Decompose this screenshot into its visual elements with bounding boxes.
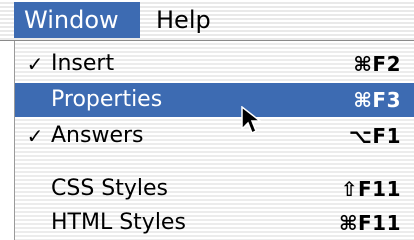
menu-item-insert[interactable]: ✓ Insert ⌘F2 [15, 47, 414, 81]
menu-item-label: CSS Styles [51, 176, 169, 201]
menu-separator [15, 168, 414, 169]
menu-bar: Window Help [0, 0, 414, 41]
menu-help[interactable]: Help [146, 2, 226, 38]
menu-item-shortcut: ⌥F1 [348, 124, 401, 148]
checkmark-icon: ✓ [26, 52, 44, 76]
menu-item-shortcut: ⇧F11 [340, 177, 401, 201]
menu-item-label: Properties [51, 87, 163, 112]
checkmark-icon: ✓ [26, 124, 44, 148]
menu-item-label: HTML Styles [51, 210, 186, 235]
menu-item-css-styles[interactable]: CSS Styles ⇧F11 [15, 172, 414, 206]
menu-item-shortcut: ⌘F11 [338, 211, 401, 235]
window-menu-dropdown: ✓ Insert ⌘F2 Properties ⌘F3 ✓ Answers ⌥F… [14, 41, 414, 240]
arrow-pointer-icon [241, 106, 263, 135]
menu-item-html-styles[interactable]: HTML Styles ⌘F11 [15, 206, 414, 240]
menu-window[interactable]: Window [14, 2, 140, 38]
menu-item-label: Answers [51, 123, 144, 148]
menu-item-properties[interactable]: Properties ⌘F3 [15, 83, 414, 117]
menu-item-label: Insert [51, 51, 115, 76]
menu-item-shortcut: ⌘F2 [353, 52, 401, 76]
menu-item-answers[interactable]: ✓ Answers ⌥F1 [15, 119, 414, 153]
menu-item-shortcut: ⌘F3 [353, 88, 401, 112]
